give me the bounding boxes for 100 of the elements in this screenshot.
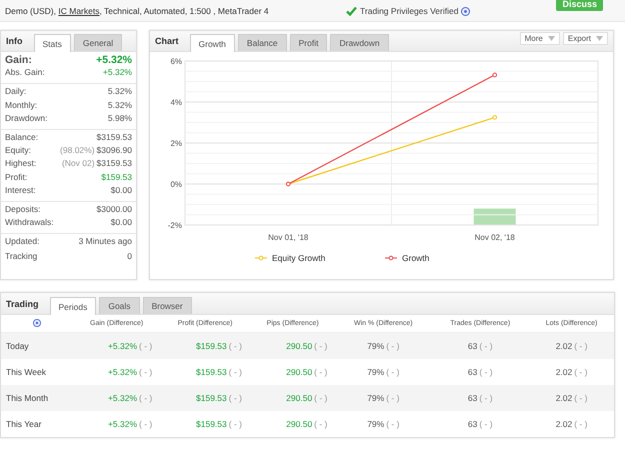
difference-value: ( - ) [228,393,242,403]
stat-label: Balance: [5,132,38,142]
difference-value: ( - ) [314,393,328,403]
table-value: 290.50 [286,393,312,403]
stat-value: $3000.00 [96,204,132,214]
stat-label: Highest: [5,158,36,168]
difference-value: ( - ) [386,367,400,377]
difference-value: ( - ) [574,367,588,377]
difference-value: ( - ) [386,419,400,429]
stat-label: Gain: [5,54,32,66]
difference-value: ( - ) [574,419,588,429]
table-value: +5.32% [108,341,138,351]
stat-label: Interest: [5,184,36,195]
stat-label: Monthly: [5,100,38,110]
tab[interactable]: General [74,34,122,51]
panel-title: Trading [6,298,39,308]
stat-note: (Nov 02) [62,158,95,168]
table-value: $159.53 [196,419,227,429]
table-value: 290.50 [286,341,312,351]
panel-title: Info [6,36,22,46]
stat-value: $0.00 [110,184,132,195]
table-value: 63 [468,367,478,377]
difference-value: ( - ) [314,419,328,429]
tab[interactable]: Growth [190,34,235,52]
tab[interactable]: Browser [142,297,192,314]
point [492,115,498,120]
difference-value: ( - ) [314,341,328,351]
help-icon[interactable] [461,6,470,16]
tab[interactable]: Drawdown [330,34,389,51]
stat-value: 5.98% [108,112,132,123]
difference-value: ( - ) [139,367,152,377]
stat-label: Deposits: [5,204,40,214]
stat-value: $3159.53 [96,132,132,142]
difference-value: ( - ) [228,367,242,377]
legend-label: Growth [402,253,430,263]
axis-label: -2% [168,221,182,230]
difference-value: ( - ) [228,341,242,351]
period-label: This Week [6,367,46,377]
dropdown-button[interactable]: Export [562,32,608,45]
axis-label: 2% [170,139,182,148]
stat-label: Equity: [5,145,31,156]
table-value: 63 [468,341,478,351]
table-value: 290.50 [286,419,312,429]
legend-item[interactable]: Growth [384,253,430,263]
difference-value: ( - ) [479,341,493,351]
caret-icon [596,36,603,41]
difference-value: ( - ) [139,419,152,429]
tab[interactable]: Periods [50,297,96,315]
tab[interactable]: Balance [238,34,287,51]
difference-value: ( - ) [228,419,242,429]
axis-label: 6% [170,57,182,66]
stat-label: Daily: [5,86,26,96]
table-value: 63 [468,393,478,403]
legend-item[interactable]: Equity Growth [254,253,326,263]
difference-value: ( - ) [479,367,493,377]
axis-label: 0% [170,180,182,189]
tab[interactable]: Stats [34,34,71,52]
stat-label: Updated: [5,236,40,246]
table-value: +5.32% [108,367,138,377]
dropdown-button[interactable]: More [520,32,560,45]
stat-value: 5.32% [108,100,132,110]
verified-label: Trading Privileges Verified [360,6,458,16]
stat-value: 0 [127,251,132,262]
help-icon[interactable] [33,318,41,326]
stat-label: Abs. Gain: [5,67,45,78]
stat-value: +5.32% [96,54,132,66]
point [492,72,498,78]
stat-note: (98.02%) [60,145,95,156]
difference-value: ( - ) [139,393,152,403]
table-value: +5.32% [108,393,138,403]
table-value: 2.02 [556,367,572,377]
period-label: This Month [6,393,48,403]
period-label: Today [6,341,29,351]
table-value: 2.02 [556,341,572,351]
table-value: 79% [367,393,384,403]
broker-link[interactable]: IC Markets [58,6,100,16]
stat-label: Tracking [5,251,38,262]
difference-value: ( - ) [386,393,400,403]
caret-icon [548,36,555,41]
stat-label: Drawdown: [5,112,48,123]
panel-title: Chart [155,36,179,46]
table-value: $159.53 [196,341,227,351]
table-value: 63 [468,419,478,429]
tab[interactable]: Goals [99,297,140,314]
table-value: 79% [367,367,384,377]
check-icon [346,6,358,16]
table-value: 2.02 [556,393,572,403]
table-value: $159.53 [196,393,227,403]
table-value: +5.32% [108,419,138,429]
difference-value: ( - ) [479,419,493,429]
table-value: $159.53 [196,367,227,377]
tab[interactable]: Profit [290,34,328,51]
table-value: 79% [367,419,384,429]
stat-value: $3096.90 [96,145,132,156]
table-value: 79% [367,341,384,351]
stat-value: $159.53 [101,172,132,182]
axis-label: 4% [170,98,182,107]
table-value: 290.50 [286,367,312,377]
difference-value: ( - ) [139,341,152,351]
difference-value: ( - ) [574,341,588,351]
